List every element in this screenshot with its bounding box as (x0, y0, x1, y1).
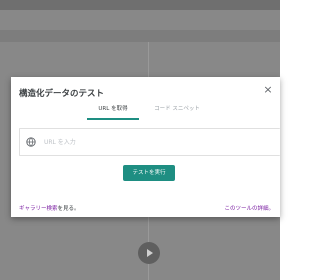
globe-icon (26, 137, 36, 147)
background-header (0, 0, 280, 10)
close-icon[interactable]: × (262, 84, 274, 96)
gallery-search-link[interactable]: ギャラリー検索 (19, 206, 58, 212)
play-button[interactable] (138, 242, 160, 264)
background-toolbar (0, 30, 280, 42)
url-input-field[interactable]: URL を入力 (19, 128, 280, 156)
tab-bar: URL を取得 コード スニペット (11, 102, 280, 122)
gallery-footer: ギャラリー検索を見る。 (19, 204, 80, 212)
tab-code-snippet[interactable]: コード スニペット (145, 102, 209, 122)
play-icon (147, 249, 153, 257)
tab-fetch-url[interactable]: URL を取得 (87, 102, 139, 122)
active-tab-indicator (87, 118, 139, 120)
run-test-button[interactable]: テストを実行 (123, 165, 175, 181)
url-input-placeholder: URL を入力 (44, 139, 76, 146)
tool-details-link[interactable]: このツールの詳細。 (224, 204, 274, 212)
dialog-title: 構造化データのテスト (19, 89, 105, 99)
structured-data-test-dialog: 構造化データのテスト × URL を取得 コード スニペット URL を入力 テ… (11, 77, 280, 217)
tab-fetch-url-label: URL を取得 (98, 106, 128, 112)
gallery-footer-suffix: を見る。 (57, 206, 80, 212)
tab-code-snippet-label: コード スニペット (154, 106, 200, 112)
